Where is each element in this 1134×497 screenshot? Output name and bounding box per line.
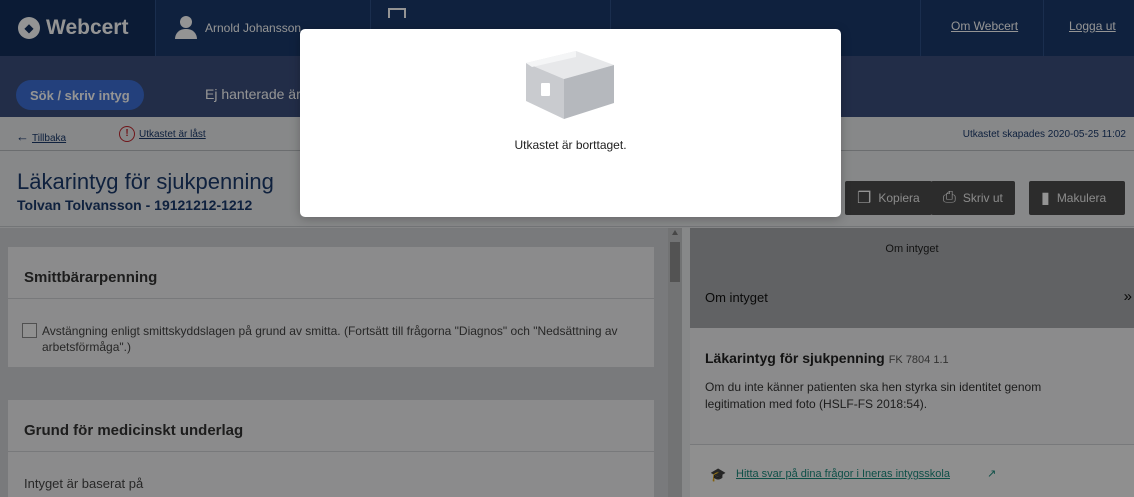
modal-message: Utkastet är borttaget. [514,138,627,152]
empty-box-icon [526,51,614,119]
deleted-draft-dialog: Utkastet är borttaget. [300,29,841,217]
